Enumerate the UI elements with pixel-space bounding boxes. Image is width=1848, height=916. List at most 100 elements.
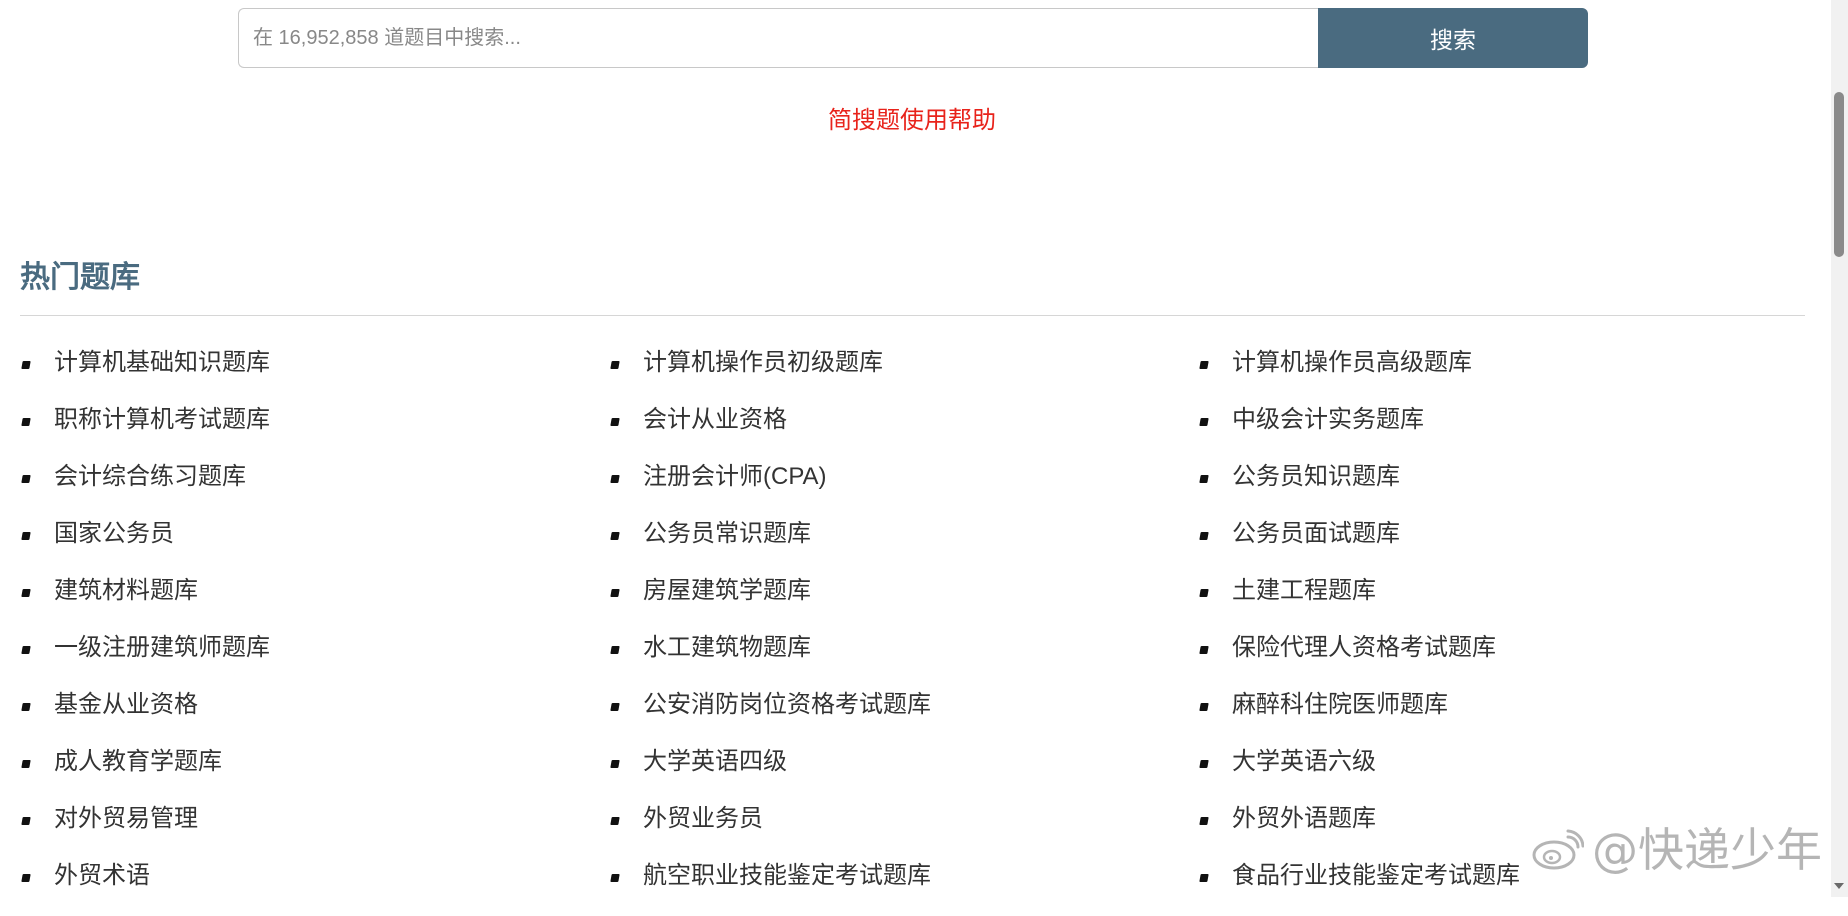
list-item: 公安消防岗位资格考试题库: [609, 688, 1198, 745]
section-divider: [20, 315, 1805, 316]
question-bank-link[interactable]: 会计综合练习题库: [54, 460, 246, 494]
bullet-icon: [1199, 646, 1209, 654]
question-bank-link[interactable]: 公务员常识题库: [643, 517, 811, 551]
question-bank-link[interactable]: 水工建筑物题库: [643, 631, 811, 665]
bullet-icon: [1199, 760, 1209, 768]
search-bar: 搜索: [238, 8, 1588, 68]
question-bank-link[interactable]: 成人教育学题库: [54, 745, 222, 779]
bullet-icon: [1199, 532, 1209, 540]
question-bank-link[interactable]: 公务员面试题库: [1232, 517, 1400, 551]
scroll-down-arrow-icon[interactable]: [1834, 883, 1844, 889]
list-item: 成人教育学题库: [20, 745, 609, 802]
list-item: 计算机基础知识题库: [20, 346, 609, 403]
list-item: 大学英语六级: [1198, 745, 1787, 802]
list-item: 公务员面试题库: [1198, 517, 1787, 574]
list-item: 水工建筑物题库: [609, 631, 1198, 688]
bullet-icon: [610, 703, 620, 711]
search-button[interactable]: 搜索: [1318, 8, 1588, 68]
bullet-icon: [21, 589, 31, 597]
list-item: 对外贸易管理: [20, 802, 609, 859]
bullet-icon: [21, 703, 31, 711]
question-bank-link[interactable]: 外贸业务员: [643, 802, 763, 836]
list-item: 外贸业务员: [609, 802, 1198, 859]
question-bank-link[interactable]: 计算机基础知识题库: [54, 346, 270, 380]
list-item: 会计从业资格: [609, 403, 1198, 460]
bullet-icon: [21, 646, 31, 654]
question-bank-link[interactable]: 公安消防岗位资格考试题库: [643, 688, 931, 722]
bullet-icon: [610, 760, 620, 768]
question-bank-link[interactable]: 房屋建筑学题库: [643, 574, 811, 608]
question-bank-link[interactable]: 职称计算机考试题库: [54, 403, 270, 437]
question-bank-link[interactable]: 食品行业技能鉴定考试题库: [1232, 859, 1520, 893]
question-bank-link[interactable]: 国家公务员: [54, 517, 174, 551]
bullet-icon: [1199, 418, 1209, 426]
list-item: 建筑材料题库: [20, 574, 609, 631]
question-bank-link[interactable]: 对外贸易管理: [54, 802, 198, 836]
list-item: 一级注册建筑师题库: [20, 631, 609, 688]
bullet-icon: [1199, 817, 1209, 825]
weibo-icon: [1532, 829, 1584, 870]
list-item: 会计综合练习题库: [20, 460, 609, 517]
question-bank-link[interactable]: 大学英语六级: [1232, 745, 1376, 779]
list-item: 保险代理人资格考试题库: [1198, 631, 1787, 688]
bullet-icon: [610, 589, 620, 597]
bullet-icon: [21, 475, 31, 483]
question-bank-link[interactable]: 计算机操作员高级题库: [1232, 346, 1472, 380]
question-bank-link[interactable]: 外贸外语题库: [1232, 802, 1376, 836]
question-bank-link[interactable]: 注册会计师(CPA): [643, 460, 827, 494]
list-item: 注册会计师(CPA): [609, 460, 1198, 517]
list-item: 国家公务员: [20, 517, 609, 574]
question-bank-link[interactable]: 外贸术语: [54, 859, 150, 893]
list-item: 中级会计实务题库: [1198, 403, 1787, 460]
question-bank-link[interactable]: 保险代理人资格考试题库: [1232, 631, 1496, 665]
question-bank-link[interactable]: 建筑材料题库: [54, 574, 198, 608]
bullet-icon: [1199, 874, 1209, 882]
question-bank-link[interactable]: 麻醉科住院医师题库: [1232, 688, 1448, 722]
bullet-icon: [21, 817, 31, 825]
list-item: 职称计算机考试题库: [20, 403, 609, 460]
bullet-icon: [610, 532, 620, 540]
bullet-icon: [610, 874, 620, 882]
list-item: 大学英语四级: [609, 745, 1198, 802]
list-item: 计算机操作员高级题库: [1198, 346, 1787, 403]
help-link[interactable]: 简搜题使用帮助: [0, 104, 1824, 138]
bullet-icon: [610, 418, 620, 426]
bullet-icon: [21, 874, 31, 882]
bullet-icon: [21, 418, 31, 426]
list-item: 麻醉科住院医师题库: [1198, 688, 1787, 745]
bullet-icon: [610, 817, 620, 825]
question-bank-link[interactable]: 中级会计实务题库: [1232, 403, 1424, 437]
list-item: 公务员知识题库: [1198, 460, 1787, 517]
bullet-icon: [21, 760, 31, 768]
list-item: 计算机操作员初级题库: [609, 346, 1198, 403]
question-bank-link[interactable]: 航空职业技能鉴定考试题库: [643, 859, 931, 893]
list-item: 房屋建筑学题库: [609, 574, 1198, 631]
bullet-icon: [610, 361, 620, 369]
question-bank-link[interactable]: 基金从业资格: [54, 688, 198, 722]
scrollbar-thumb[interactable]: [1834, 92, 1844, 257]
list-item: 航空职业技能鉴定考试题库: [609, 859, 1198, 916]
search-input[interactable]: [238, 8, 1318, 68]
bullet-icon: [21, 532, 31, 540]
list-item: 土建工程题库: [1198, 574, 1787, 631]
watermark: @快递少年: [1530, 822, 1822, 878]
question-bank-link[interactable]: 公务员知识题库: [1232, 460, 1400, 494]
bullet-icon: [1199, 475, 1209, 483]
question-bank-link[interactable]: 一级注册建筑师题库: [54, 631, 270, 665]
bullet-icon: [610, 646, 620, 654]
bullet-icon: [1199, 703, 1209, 711]
list-item: 外贸术语: [20, 859, 609, 916]
bullet-icon: [1199, 361, 1209, 369]
bullet-icon: [21, 361, 31, 369]
bullet-icon: [1199, 589, 1209, 597]
question-bank-link[interactable]: 大学英语四级: [643, 745, 787, 779]
section-title: 热门题库: [20, 261, 140, 294]
bullet-icon: [610, 475, 620, 483]
list-item: 公务员常识题库: [609, 517, 1198, 574]
question-bank-link[interactable]: 会计从业资格: [643, 403, 787, 437]
question-bank-link[interactable]: 计算机操作员初级题库: [643, 346, 883, 380]
watermark-text: @快递少年: [1592, 823, 1822, 877]
question-bank-link[interactable]: 土建工程题库: [1232, 574, 1376, 608]
list-item: 基金从业资格: [20, 688, 609, 745]
vertical-scrollbar[interactable]: [1831, 0, 1848, 897]
